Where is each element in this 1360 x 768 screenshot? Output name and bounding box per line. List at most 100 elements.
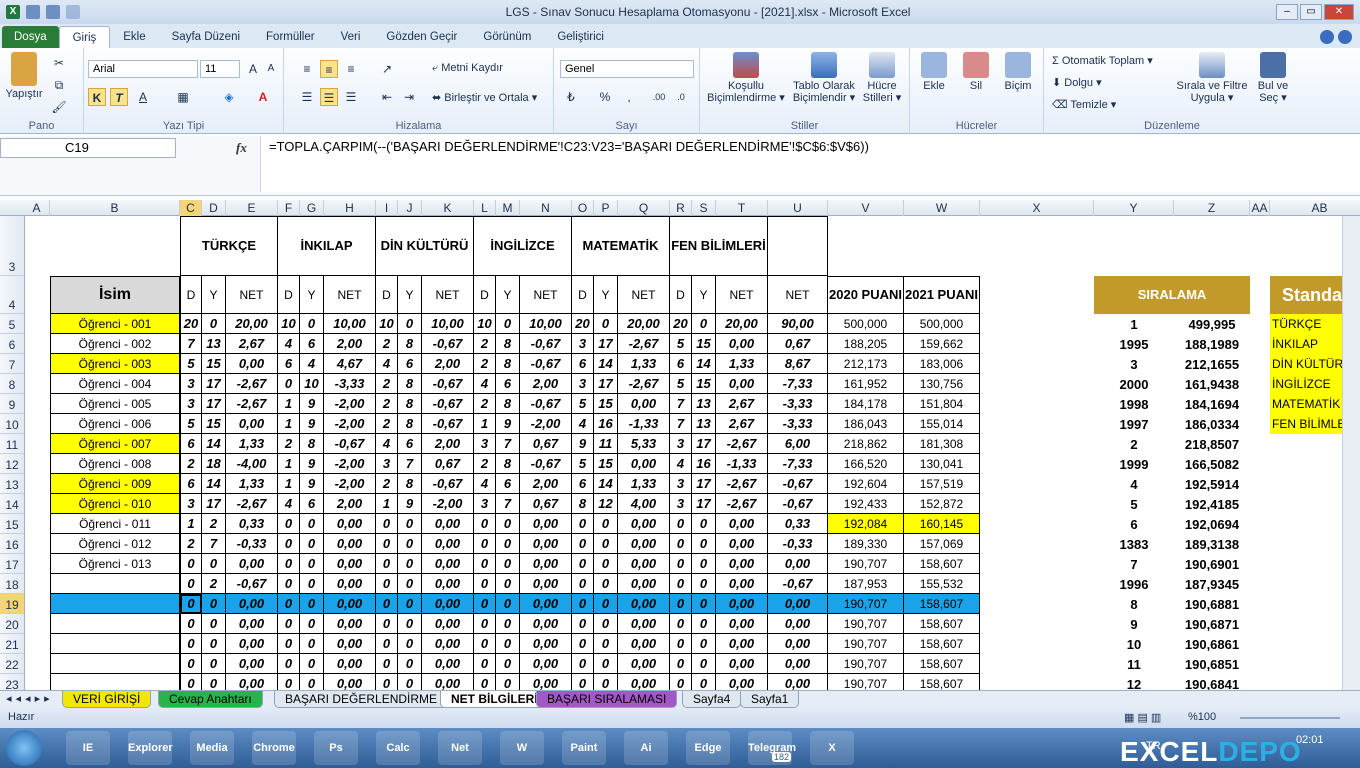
score-cell[interactable]: 2,00 [520, 474, 572, 494]
score-cell[interactable]: 0 [180, 574, 202, 594]
score-cell[interactable]: 0,00 [618, 594, 670, 614]
score-cell[interactable]: 0 [376, 614, 398, 634]
score-cell[interactable]: 0,00 [618, 614, 670, 634]
score-cell[interactable]: 8 [398, 374, 422, 394]
score-cell[interactable]: -2,67 [226, 394, 278, 414]
score-cell[interactable]: 0,00 [324, 514, 376, 534]
score-cell[interactable]: 186,043 [828, 414, 904, 434]
score-cell[interactable]: 0,33 [768, 514, 828, 534]
score-cell[interactable]: 2 [474, 354, 496, 374]
score-cell[interactable]: -1,33 [618, 414, 670, 434]
score-cell[interactable]: -0,67 [520, 334, 572, 354]
row-header-13[interactable]: 13 [0, 474, 25, 494]
score-cell[interactable]: 0,00 [324, 534, 376, 554]
italic-button[interactable]: T [110, 88, 128, 106]
score-cell[interactable]: 188,205 [828, 334, 904, 354]
student-name[interactable]: Öğrenci - 011 [50, 514, 180, 534]
score-cell[interactable]: 5 [670, 374, 692, 394]
score-cell[interactable]: 500,000 [828, 314, 904, 334]
score-cell[interactable]: -2,00 [324, 414, 376, 434]
score-cell[interactable]: 9 [300, 454, 324, 474]
ranking-score-cell[interactable]: 186,0334 [1174, 414, 1250, 434]
clear-button[interactable]: ⌫ Temizle ▾ [1052, 98, 1116, 111]
sheet-tab-5[interactable]: Sayfa4 [682, 691, 742, 708]
score-cell[interactable]: -0,67 [520, 354, 572, 374]
zoom-slider[interactable] [1240, 717, 1340, 719]
column-header-B[interactable]: B [50, 200, 180, 216]
row-header-22[interactable]: 22 [0, 654, 25, 674]
taskbar-app-8[interactable]: Paint [562, 731, 606, 765]
score-cell[interactable]: 2 [474, 394, 496, 414]
score-cell[interactable]: -0,67 [422, 474, 474, 494]
ranking-score-cell[interactable]: 161,9438 [1174, 374, 1250, 394]
score-cell[interactable]: 0 [278, 574, 300, 594]
score-cell[interactable]: 0,00 [422, 554, 474, 574]
student-name[interactable]: Öğrenci - 006 [50, 414, 180, 434]
score-cell[interactable]: 0 [300, 614, 324, 634]
indent-decrease-icon[interactable]: ⇤ [378, 88, 396, 106]
score-cell[interactable]: 10,00 [520, 314, 572, 334]
score-cell[interactable]: 16 [692, 454, 716, 474]
score-cell[interactable]: 2 [202, 574, 226, 594]
insert-cells-button[interactable]: Ekle [914, 52, 954, 92]
minimize-icon[interactable]: – [1276, 4, 1298, 20]
score-cell[interactable]: 0 [180, 554, 202, 574]
score-cell[interactable]: 0,00 [226, 654, 278, 674]
score-cell[interactable]: 0,00 [618, 454, 670, 474]
score-cell[interactable]: -0,33 [768, 534, 828, 554]
score-cell[interactable]: 17 [692, 434, 716, 454]
score-cell[interactable]: 1 [278, 394, 300, 414]
score-cell[interactable]: 0 [572, 614, 594, 634]
subject-header-3[interactable]: İNGİLİZCE [474, 216, 572, 276]
score-cell[interactable]: 0 [496, 614, 520, 634]
row-header-4[interactable]: 4 [0, 276, 25, 314]
score-cell[interactable]: 3 [670, 474, 692, 494]
student-name[interactable] [50, 574, 180, 594]
score-cell[interactable]: 0,00 [618, 394, 670, 414]
score-cell[interactable]: 0,00 [716, 374, 768, 394]
score-cell[interactable]: 0 [496, 674, 520, 690]
score-cell[interactable]: 0 [496, 654, 520, 674]
column-header-Z[interactable]: Z [1174, 200, 1250, 216]
score-cell[interactable]: 17 [692, 474, 716, 494]
score-cell[interactable]: 9 [398, 494, 422, 514]
row-header-14[interactable]: 14 [0, 494, 25, 514]
score-cell[interactable]: 158,607 [904, 594, 980, 614]
score-cell[interactable]: 0,00 [226, 674, 278, 690]
score-cell[interactable]: 0 [496, 314, 520, 334]
decrease-decimal-icon[interactable]: .0 [672, 88, 690, 106]
score-cell[interactable]: -0,67 [520, 394, 572, 414]
help-icon[interactable] [1320, 30, 1334, 44]
score-cell[interactable]: 2 [376, 334, 398, 354]
column-header-T[interactable]: T [716, 200, 768, 216]
font-color-icon[interactable]: A [254, 88, 272, 106]
score-cell[interactable]: 0 [202, 634, 226, 654]
score-cell[interactable]: 0,00 [716, 634, 768, 654]
net-header-4[interactable]: NET [618, 276, 670, 314]
score-cell[interactable]: 6 [398, 354, 422, 374]
score-cell[interactable]: 0,00 [324, 554, 376, 574]
align-bottom-icon[interactable]: ≡ [342, 60, 360, 78]
column-header-E[interactable]: E [226, 200, 278, 216]
score-cell[interactable]: 0,00 [226, 614, 278, 634]
rank-cell[interactable]: 3 [1094, 354, 1174, 374]
score-cell[interactable]: 20 [670, 314, 692, 334]
score-cell[interactable]: 0 [398, 314, 422, 334]
score-cell[interactable]: 0 [496, 634, 520, 654]
score-cell[interactable]: 152,872 [904, 494, 980, 514]
d-header-4[interactable]: D [572, 276, 594, 314]
score-cell[interactable]: 15 [202, 414, 226, 434]
score-cell[interactable]: 0,00 [324, 574, 376, 594]
percent-button[interactable]: % [596, 88, 614, 106]
score-cell[interactable]: 0 [398, 614, 422, 634]
score-cell[interactable]: -0,67 [422, 334, 474, 354]
find-select-button[interactable]: Bul ve Seç ▾ [1248, 52, 1298, 104]
score-cell[interactable]: 0,00 [618, 674, 670, 690]
student-name[interactable]: Öğrenci - 007 [50, 434, 180, 454]
net-header-5[interactable]: NET [716, 276, 768, 314]
rank-cell[interactable]: 1995 [1094, 334, 1174, 354]
autosum-button[interactable]: Σ Otomatik Toplam ▾ [1052, 54, 1153, 67]
rank-cell[interactable]: 10 [1094, 634, 1174, 654]
orientation-icon[interactable]: ↗ [378, 60, 396, 78]
score-cell[interactable]: 0 [670, 614, 692, 634]
